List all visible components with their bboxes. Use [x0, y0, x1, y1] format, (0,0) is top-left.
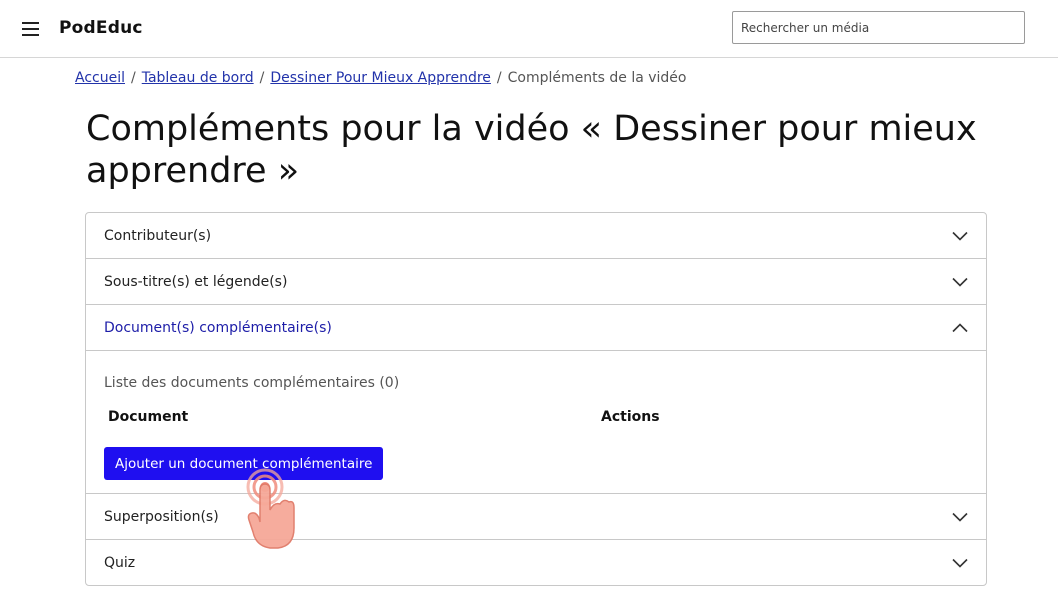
accordion-header-label: Sous-titre(s) et légende(s) — [104, 273, 288, 290]
breadcrumb-home-link[interactable]: Accueil — [75, 70, 125, 86]
breadcrumb-dashboard-link[interactable]: Tableau de bord — [142, 70, 254, 86]
brand-name[interactable]: PodEduc — [59, 18, 143, 38]
chevron-down-icon — [952, 512, 968, 522]
breadcrumb-separator: / — [131, 70, 136, 86]
accordion-header-label: Superposition(s) — [104, 508, 219, 525]
accordion-header-label: Quiz — [104, 554, 136, 571]
menu-icon[interactable] — [22, 22, 39, 36]
chevron-down-icon — [952, 231, 968, 241]
accordion-section-contributors: Contributeur(s) — [86, 213, 986, 258]
breadcrumb-separator: / — [496, 70, 502, 86]
breadcrumb: Accueil / Tableau de bord / Dessiner Pour Mi… — [75, 70, 686, 86]
chevron-down-icon — [952, 558, 968, 568]
search-input[interactable] — [732, 11, 1025, 44]
accordion-section-overlays: Superposition(s) — [86, 493, 986, 539]
accordion-header-label: Contributeur(s) — [104, 227, 212, 244]
add-document-button[interactable]: Ajouter un document complémentaire — [104, 447, 384, 480]
breadcrumb-current: Compléments de la vidéo — [507, 70, 687, 86]
accordion-header-contributors[interactable]: Contributeur(s) — [86, 213, 986, 258]
accordion-header-documents[interactable]: Document(s) complémentaire(s) — [86, 305, 986, 350]
column-header-document: Document — [108, 409, 189, 425]
breadcrumb-separator: / — [259, 70, 265, 86]
accordion-section-quiz: Quiz — [86, 539, 986, 585]
column-header-actions: Actions — [601, 409, 660, 425]
documents-panel: Liste des documents complémentaires (0) … — [86, 350, 986, 493]
accordion-header-subtitles[interactable]: Sous-titre(s) et légende(s) — [86, 259, 986, 304]
accordion-header-label: Document(s) complémentaire(s) — [104, 319, 332, 336]
complements-accordion: Contributeur(s) Sous-titre(s) et légende… — [85, 212, 987, 586]
chevron-down-icon — [952, 277, 968, 287]
accordion-header-quiz[interactable]: Quiz — [86, 540, 986, 585]
top-navbar: PodEduc — [0, 0, 1058, 58]
accordion-section-subtitles: Sous-titre(s) et légende(s) — [86, 258, 986, 304]
chevron-up-icon — [952, 322, 968, 332]
accordion-section-documents: Document(s) complémentaire(s) Liste des … — [86, 304, 986, 493]
accordion-header-overlays[interactable]: Superposition(s) — [86, 494, 986, 539]
page-title: Compléments pour la vidéo « Dessiner pou… — [86, 109, 977, 191]
documents-caption: Liste des documents complémentaires (0) — [104, 375, 400, 391]
breadcrumb-video-link[interactable]: Dessiner Pour Mieux Apprendre — [270, 70, 491, 86]
